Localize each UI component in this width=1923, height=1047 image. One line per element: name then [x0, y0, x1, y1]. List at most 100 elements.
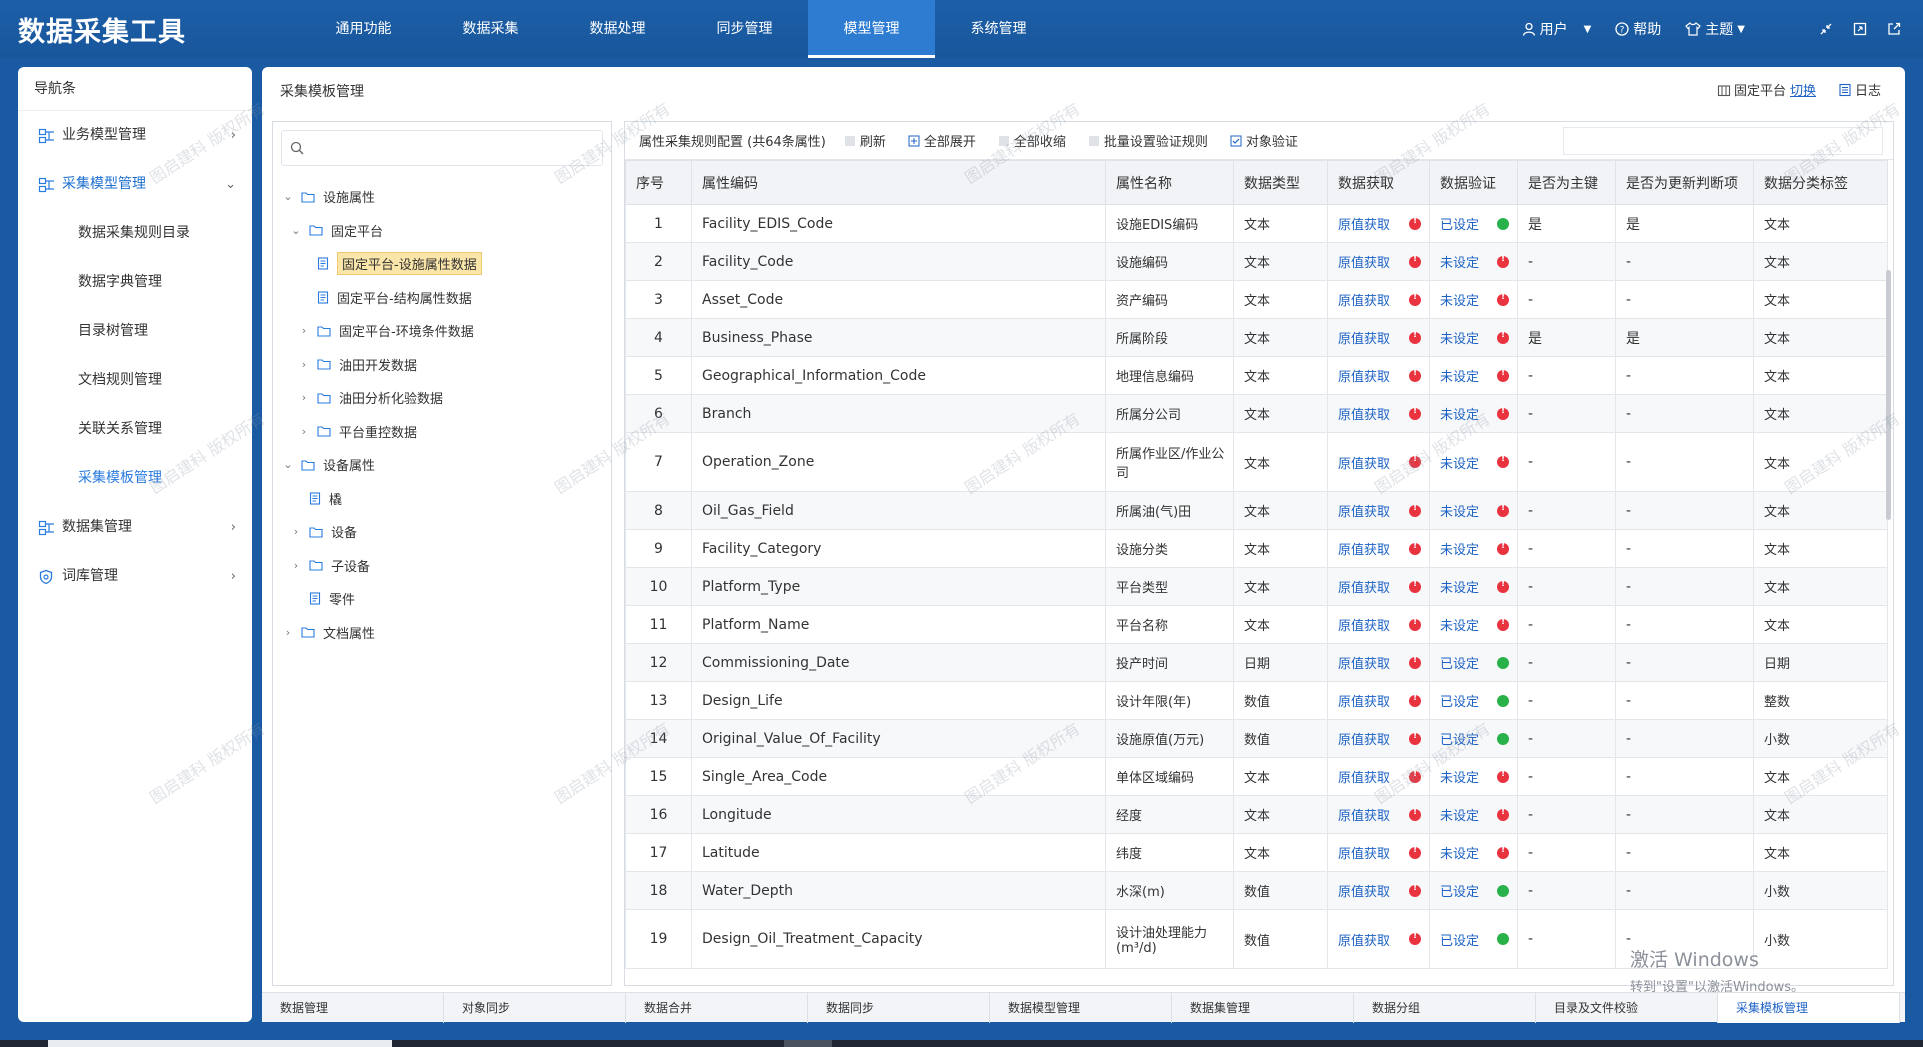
nav-subitem[interactable]: 数据字典管理	[18, 258, 252, 307]
column-header[interactable]: 数据获取	[1327, 160, 1430, 205]
column-header[interactable]: 是否为主键	[1517, 160, 1616, 205]
bottom-tab[interactable]: 数据管理	[262, 993, 444, 1023]
theme-menu[interactable]: 主题 ▼	[1685, 19, 1745, 39]
nav-subitem[interactable]: 文档规则管理	[18, 356, 252, 405]
table-row[interactable]: 5 Geographical_Information_Code 地理信息编码 文本 原值…	[625, 356, 1888, 395]
collapse-all-button[interactable]: 全部收缩	[998, 131, 1066, 150]
data-verify-link[interactable]: 未设定	[1440, 615, 1479, 634]
data-verify-link[interactable]: 未设定	[1440, 843, 1479, 862]
data-verify-link[interactable]: 未设定	[1440, 328, 1479, 347]
table-search-box[interactable]	[1563, 126, 1883, 155]
table-row[interactable]: 17Latitude纬度文本原值获取未设定--文本	[625, 833, 1888, 872]
chevron-right-icon[interactable]: ›	[289, 525, 303, 538]
data-get-link[interactable]: 原值获取	[1338, 805, 1390, 824]
table-row[interactable]: 8Oil_Gas_Field所属油(气)田文本原值获取未设定--文本	[625, 491, 1888, 530]
tree-node[interactable]: 零件	[273, 582, 613, 616]
table-row[interactable]: 6Branch所属分公司文本原值获取未设定--文本	[625, 394, 1888, 433]
column-header[interactable]: 是否为更新判断项	[1615, 160, 1754, 205]
column-header[interactable]: 数据验证	[1429, 160, 1518, 205]
data-verify-link[interactable]: 已设定	[1440, 881, 1479, 900]
tree-node[interactable]: ⌄ 固定平台	[273, 214, 613, 248]
data-get-link[interactable]: 原值获取	[1338, 290, 1390, 309]
data-get-link[interactable]: 原值获取	[1338, 214, 1390, 233]
table-row[interactable]: 11Platform_Name平台名称文本原值获取未设定--文本	[625, 605, 1888, 644]
nav-subitem[interactable]: 目录树管理	[18, 307, 252, 356]
chevron-down-icon[interactable]: ⌄	[281, 458, 295, 471]
tree-node[interactable]: ⌄ 设备属性	[273, 448, 613, 482]
bottom-tab[interactable]: 目录及文件校验	[1536, 993, 1718, 1023]
collapse-window-icon[interactable]	[1819, 22, 1833, 36]
table-row[interactable]: 7Operation_Zone所属作业区/作业公司文本原值获取未设定--文本	[625, 432, 1888, 492]
top-nav-item[interactable]: 数据处理	[554, 0, 681, 58]
chevron-right-icon[interactable]: ›	[297, 391, 311, 404]
tree-node[interactable]: › 油田开发数据	[273, 348, 613, 382]
refresh-button[interactable]: 刷新	[844, 131, 886, 150]
column-header[interactable]: 数据分类标签	[1753, 160, 1888, 205]
data-verify-link[interactable]: 已设定	[1440, 691, 1479, 710]
tree-node[interactable]: 固定平台-设施属性数据	[273, 247, 613, 281]
top-nav-item[interactable]: 通用功能	[300, 0, 427, 58]
expand-window-icon[interactable]	[1853, 22, 1867, 36]
data-verify-link[interactable]: 已设定	[1440, 214, 1479, 233]
table-row[interactable]: 13Design_Life设计年限(年)数值原值获取已设定--整数	[625, 681, 1888, 720]
tree-node[interactable]: › 平台重控数据	[273, 415, 613, 449]
bottom-tab[interactable]: 数据集管理	[1172, 993, 1354, 1023]
chevron-right-icon[interactable]: ›	[289, 559, 303, 572]
table-row[interactable]: 12Commissioning_Date投产时间日期原值获取已设定--日期	[625, 643, 1888, 682]
data-get-link[interactable]: 原值获取	[1338, 328, 1390, 347]
table-row[interactable]: 10Platform_Type平台类型文本原值获取未设定--文本	[625, 567, 1888, 606]
tree-node[interactable]: › 子设备	[273, 549, 613, 583]
log-button[interactable]: 日志	[1838, 80, 1881, 99]
chevron-right-icon[interactable]: ›	[297, 358, 311, 371]
data-get-link[interactable]: 原值获取	[1338, 577, 1390, 596]
top-nav-item[interactable]: 系统管理	[935, 0, 1062, 58]
data-verify-link[interactable]: 未设定	[1440, 805, 1479, 824]
data-verify-link[interactable]: 未设定	[1440, 453, 1479, 472]
table-row[interactable]: 18Water_Depth水深(m)数值原值获取已设定--小数	[625, 871, 1888, 910]
top-nav-item[interactable]: 同步管理	[681, 0, 808, 58]
expand-all-button[interactable]: 全部展开	[908, 131, 976, 150]
table-row[interactable]: 4Business_Phase所属阶段文本原值获取未设定是是文本	[625, 318, 1888, 357]
data-verify-link[interactable]: 未设定	[1440, 290, 1479, 309]
table-scrollbar[interactable]	[1886, 270, 1891, 520]
switch-link[interactable]: 切换	[1790, 80, 1816, 99]
bottom-tab[interactable]: 数据合并	[626, 993, 808, 1023]
nav-subitem[interactable]: 数据采集规则目录	[18, 209, 252, 258]
tree-node[interactable]: › 文档属性	[273, 616, 613, 650]
nav-subitem[interactable]: 采集模板管理	[18, 454, 252, 503]
nav-subitem[interactable]: 关联关系管理	[18, 405, 252, 454]
chevron-down-icon[interactable]: ⌄	[289, 224, 303, 237]
data-verify-link[interactable]: 未设定	[1440, 252, 1479, 271]
bottom-tab[interactable]: 采集模板管理	[1718, 993, 1900, 1023]
nav-group-1[interactable]: 采集模型管理 ⌄	[18, 160, 252, 209]
data-get-link[interactable]: 原值获取	[1338, 653, 1390, 672]
table-row[interactable]: 14 Original_Value_Of_Facility 设施原值(万元) 数值 原值…	[625, 719, 1888, 758]
data-get-link[interactable]: 原值获取	[1338, 615, 1390, 634]
data-get-link[interactable]: 原值获取	[1338, 501, 1390, 520]
table-row[interactable]: 15Single_Area_Code单体区域编码文本原值获取未设定--文本	[625, 757, 1888, 796]
data-get-link[interactable]: 原值获取	[1338, 881, 1390, 900]
data-get-link[interactable]: 原值获取	[1338, 453, 1390, 472]
data-verify-link[interactable]: 已设定	[1440, 930, 1479, 949]
top-nav-item[interactable]: 数据采集	[427, 0, 554, 58]
bottom-tab[interactable]: 数据同步	[808, 993, 990, 1023]
column-header[interactable]: 属性编码	[691, 160, 1106, 205]
column-header[interactable]: 序号	[625, 160, 692, 205]
data-verify-link[interactable]: 未设定	[1440, 404, 1479, 423]
chevron-right-icon[interactable]: ›	[297, 324, 311, 337]
data-verify-link[interactable]: 未设定	[1440, 767, 1479, 786]
taskbar-item[interactable]	[784, 1040, 832, 1047]
data-verify-link[interactable]: 未设定	[1440, 366, 1479, 385]
tree-node[interactable]: 固定平台-结构属性数据	[273, 281, 613, 315]
data-get-link[interactable]: 原值获取	[1338, 843, 1390, 862]
user-menu[interactable]: 用户 ▼	[1522, 19, 1591, 39]
data-verify-link[interactable]: 未设定	[1440, 501, 1479, 520]
tree-search-input[interactable]	[310, 135, 595, 161]
data-get-link[interactable]: 原值获取	[1338, 252, 1390, 271]
data-verify-link[interactable]: 未设定	[1440, 539, 1479, 558]
tree-node[interactable]: 橇	[273, 482, 613, 516]
top-nav-item[interactable]: 模型管理	[808, 0, 935, 58]
chevron-right-icon[interactable]: ›	[281, 626, 295, 639]
table-row[interactable]: 1Facility_EDIS_Code设施EDIS编码文本原值获取已设定是是文本	[625, 204, 1888, 243]
tree-node[interactable]: › 油田分析化验数据	[273, 381, 613, 415]
